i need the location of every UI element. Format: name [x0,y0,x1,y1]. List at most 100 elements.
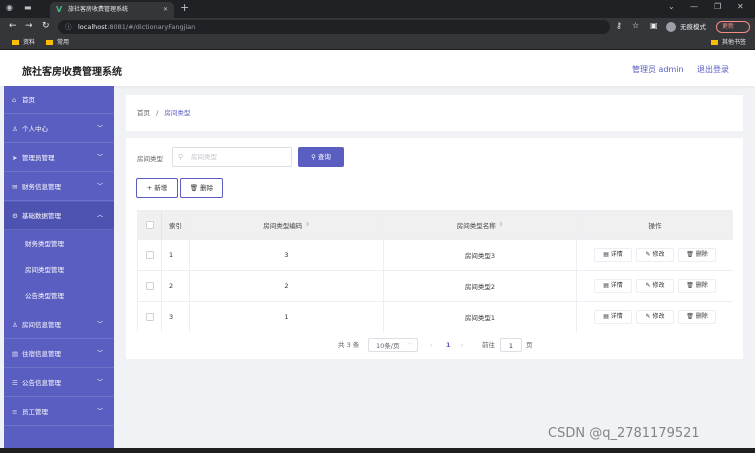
tab-title: 旅社客房收费管理系统 [68,6,129,13]
bookmark-folder-1[interactable]: 资料 [12,36,35,50]
detail-button[interactable]: ▤ 详情 [594,310,632,324]
delete-button[interactable]: 🗑 删除 [678,248,716,262]
logout-link[interactable]: 退出登录 [697,64,729,75]
url-field[interactable]: ⓘ localhost:8081/#/dictionaryFangjian [58,20,610,34]
forward-icon[interactable]: → [25,21,33,31]
breadcrumb-card: 首页 / 房间类型 [126,95,743,131]
url-host: localhost [78,23,108,31]
chevron-down-icon: ﹀ [96,379,103,386]
app-title: 旅社客房收费管理系统 [22,67,122,78]
tab-strip-icon[interactable]: ▬ [24,3,32,12]
sidebar-item-personal-center[interactable]: ♙ 个人中心 ﹀ [4,115,114,143]
room-type-search-input[interactable]: ⚲ 房间类型 [172,147,292,167]
close-window-icon[interactable]: ✕ [737,2,744,11]
row-checkbox-cell [138,240,162,270]
current-page[interactable]: 1 [446,338,451,352]
reload-icon[interactable]: ↻ [42,21,50,31]
chevron-down-icon: ﹀ [96,125,103,132]
sidebar-item-staff[interactable]: ≡ 员工管理 ﹀ [4,398,114,426]
breadcrumb-home[interactable]: 首页 [137,109,150,117]
header-name[interactable]: 房间类型名称 ⇕ [384,211,577,239]
bookmark-folder-2[interactable]: 常用 [46,36,69,50]
table-row: 3 1 房间类型1 ▤ 详情 ✎ 修改 🗑 删除 [138,301,733,332]
row-ops: ▤ 详情 ✎ 修改 🗑 删除 [577,271,733,301]
row-checkbox[interactable] [145,251,154,259]
tab-search-icon[interactable]: ⌄ [668,2,675,11]
other-bookmarks[interactable]: 其他书签 [711,36,746,50]
sidepanel-icon[interactable]: ▣ [650,21,658,30]
update-button[interactable]: 更新 [716,21,750,33]
row-ops: ▤ 详情 ✎ 修改 🗑 删除 [577,302,733,332]
list-icon: ☰ [12,379,18,387]
sidebar-item-basic-data[interactable]: ⚙ 基础数据管理 ︿ [4,202,114,230]
tab-close-icon[interactable]: ✕ [163,2,168,18]
edit-button[interactable]: ✎ 修改 [636,279,674,293]
browser-menu-icon[interactable]: ◉ [6,3,13,12]
column-label: 操作 [648,222,662,230]
breadcrumb: 首页 / 房间类型 [137,107,190,117]
sidebar-item-room-info[interactable]: ♙ 房间信息管理 ﹀ [4,311,114,339]
goto-page-input[interactable]: 1 [500,338,522,352]
header-ops: 操作 [577,211,733,239]
page-size-select[interactable]: 10条/页 ﹀ [368,338,418,352]
row-name: 房间类型2 [384,271,577,301]
delete-button[interactable]: 🗑 删除 [678,279,716,293]
prev-page-icon[interactable]: ‹ [430,338,433,352]
query-button[interactable]: ⚲ 查询 [298,147,344,167]
sidebar-item-home[interactable]: ⌂ 首页 [4,86,114,114]
header-code[interactable]: 房间类型编码 ⇕ [190,211,384,239]
batch-delete-button[interactable]: 🗑 删除 [180,178,223,198]
sidebar-item-label: 住宿信息管理 [22,350,61,358]
sidebar-subitem-room-type[interactable]: 房间类型管理 [4,257,114,283]
sidebar-item-label: 首页 [22,96,35,104]
watermark: CSDN @q_2781179521 [548,426,700,441]
admin-user-label[interactable]: 管理员 admin [632,64,684,75]
chevron-down-icon: ﹀ [96,321,103,328]
sort-icon[interactable]: ⇕ [499,222,504,228]
sidebar-item-finance[interactable]: ✉ 财务信息管理 ﹀ [4,173,114,201]
chevron-up-icon: ︿ [96,212,103,219]
user-icon: ♙ [12,125,18,133]
delete-button[interactable]: 🗑 删除 [678,310,716,324]
edit-button[interactable]: ✎ 修改 [636,310,674,324]
trash-icon: 🗑 [686,251,696,258]
key-icon[interactable]: ⚷ [616,21,622,30]
goto-label: 前往 [482,341,495,349]
sort-icon[interactable]: ⇕ [305,222,310,228]
detail-button[interactable]: ▤ 详情 [594,279,632,293]
incognito-avatar-icon[interactable] [666,22,676,32]
edit-button[interactable]: ✎ 修改 [636,248,674,262]
header-index: 索引 [162,211,190,239]
gear-icon: ⚙ [12,212,18,220]
new-tab-icon[interactable]: + [180,1,189,14]
next-page-icon[interactable]: › [461,338,464,352]
row-code: 3 [190,240,384,270]
pagination-total: 共 3 条 [338,341,360,349]
maximize-icon[interactable]: ❐ [714,2,721,11]
site-info-icon[interactable]: ⓘ [65,20,72,34]
vue-logo-icon: V [56,5,63,14]
page-size-value: 10条/页 [376,342,400,350]
detail-button[interactable]: ▤ 详情 [594,248,632,262]
sidebar: ⌂ 首页 ♙ 个人中心 ﹀ ➤ 管理员管理 ﹀ ✉ 财务信息管理 ﹀ ⚙ 基础数据管理 ︿ 财务类… [4,86,114,453]
sidebar-item-notice-info[interactable]: ☰ 公告信息管理 ﹀ [4,369,114,397]
row-checkbox[interactable] [145,313,154,321]
sidebar-subitem-finance-type[interactable]: 财务类型管理 [4,231,114,257]
incognito-label: 无痕模式 [680,23,706,31]
sidebar-item-lodging-info[interactable]: ▤ 住宿信息管理 ﹀ [4,340,114,368]
browser-tab[interactable]: V 旅社客房收费管理系统 ✕ [50,2,174,18]
sidebar-item-admin-management[interactable]: ➤ 管理员管理 ﹀ [4,144,114,172]
browser-tab-bar: ◉ ▬ V 旅社客房收费管理系统 ✕ + ⌄ — ❐ ✕ [0,0,755,18]
content-card: 房间类型 ⚲ 房间类型 ⚲ 查询 + 新增 🗑 删除 索引 房间类型编码 ⇕ 房间… [126,138,743,359]
bookmark-star-icon[interactable]: ☆ [632,21,639,30]
add-button[interactable]: + 新增 [136,178,178,198]
op-label: 修改 [652,282,665,289]
sidebar-subitem-notice-type[interactable]: 公告类型管理 [4,283,114,309]
op-label: 修改 [652,251,665,258]
row-checkbox[interactable] [145,282,154,290]
back-icon[interactable]: ← [9,21,17,31]
row-name: 房间类型1 [384,302,577,332]
select-all-checkbox[interactable] [145,221,154,229]
minimize-icon[interactable]: — [690,2,698,11]
trash-icon: 🗑 [686,313,696,320]
